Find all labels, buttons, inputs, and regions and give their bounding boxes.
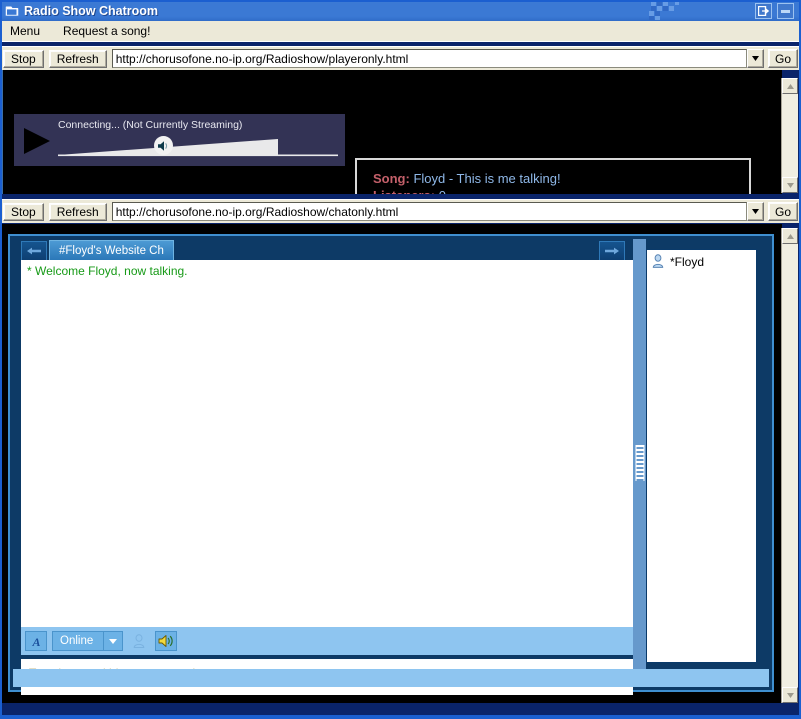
player-scroll-track[interactable] bbox=[782, 94, 798, 177]
player-scroll-down-button[interactable] bbox=[782, 177, 798, 193]
chat-tab-bar: #Floyd's Website Ch bbox=[13, 239, 633, 260]
player-url-input[interactable]: http://chorusofone.no-ip.org/Radioshow/p… bbox=[112, 49, 747, 68]
restore-button[interactable] bbox=[755, 3, 772, 19]
list-item[interactable]: *Floyd bbox=[647, 253, 756, 271]
chat-address-toolbar: Stop Refresh http://chorusofone.no-ip.or… bbox=[0, 199, 801, 223]
player-status-text: Connecting... (Not Currently Streaming) bbox=[58, 119, 242, 131]
status-dropdown[interactable]: Online bbox=[52, 631, 123, 651]
song-row: Song: Floyd - This is me talking! bbox=[373, 170, 749, 187]
listeners-value: 0 bbox=[439, 188, 446, 194]
menu-item-request-a-song[interactable]: Request a song! bbox=[56, 22, 157, 40]
window-bottom-edge bbox=[0, 715, 801, 719]
chevron-down-icon[interactable] bbox=[103, 632, 122, 650]
chat-go-button[interactable]: Go bbox=[768, 202, 798, 221]
chat-applet-body: #Floyd's Website Ch * Welcome Floyd, now… bbox=[13, 239, 769, 687]
chat-bottom-rail bbox=[13, 669, 769, 687]
title-bar: Radio Show Chatroom bbox=[0, 0, 801, 22]
volume-slider[interactable] bbox=[58, 133, 338, 163]
user-name: *Floyd bbox=[670, 255, 704, 269]
player-url-dropdown-icon[interactable] bbox=[747, 49, 764, 68]
tab-scroll-left-button[interactable] bbox=[21, 241, 47, 260]
user-list[interactable]: *Floyd bbox=[646, 249, 757, 663]
audio-player-widget[interactable]: Connecting... (Not Currently Streaming) bbox=[14, 114, 345, 166]
status-dropdown-label: Online bbox=[53, 635, 103, 647]
player-refresh-button[interactable]: Refresh bbox=[49, 50, 107, 68]
chat-stop-button[interactable]: Stop bbox=[3, 203, 44, 221]
chat-vertical-scrollbar[interactable] bbox=[781, 228, 798, 703]
title-bar-spacer bbox=[158, 0, 755, 21]
chat-scroll-track[interactable] bbox=[782, 244, 798, 687]
font-button[interactable]: A bbox=[25, 631, 47, 651]
titlebar-pixel-pattern bbox=[649, 0, 695, 21]
person-icon bbox=[652, 254, 664, 271]
listeners-label: Listeners: bbox=[373, 188, 435, 194]
menu-bar: Menu Request a song! bbox=[0, 21, 801, 42]
chat-pane: #Floyd's Website Ch * Welcome Floyd, now… bbox=[0, 224, 782, 703]
chat-url-input[interactable]: http://chorusofone.no-ip.org/Radioshow/c… bbox=[112, 202, 747, 221]
tab-scroll-right-button[interactable] bbox=[599, 241, 625, 260]
player-go-button[interactable]: Go bbox=[768, 49, 798, 68]
player-vertical-scrollbar[interactable] bbox=[781, 78, 798, 193]
svg-text:A: A bbox=[31, 635, 40, 648]
chat-bottom-toolbar: A Online bbox=[21, 627, 633, 655]
listeners-row: Listeners: 0 bbox=[373, 187, 749, 194]
user-icon[interactable] bbox=[128, 631, 150, 651]
chat-message-log[interactable]: * Welcome Floyd, now talking. bbox=[21, 260, 633, 627]
userlist-column: *Floyd bbox=[646, 239, 769, 687]
song-value: Floyd - This is me talking! bbox=[413, 171, 560, 186]
chat-main-column: #Floyd's Website Ch * Welcome Floyd, now… bbox=[13, 239, 633, 687]
tab-floyds-website-ch[interactable]: #Floyd's Website Ch bbox=[49, 240, 174, 260]
chat-refresh-button[interactable]: Refresh bbox=[49, 203, 107, 221]
sound-icon[interactable] bbox=[155, 631, 177, 651]
menu-item-menu[interactable]: Menu bbox=[3, 22, 47, 40]
chat-url-dropdown-icon[interactable] bbox=[747, 202, 764, 221]
minimize-button[interactable] bbox=[777, 3, 794, 19]
play-button[interactable] bbox=[24, 128, 50, 154]
window-title: Radio Show Chatroom bbox=[24, 4, 158, 18]
chat-message: * Welcome Floyd, now talking. bbox=[27, 264, 627, 279]
chat-scroll-down-button[interactable] bbox=[782, 687, 798, 703]
window-folder-icon bbox=[4, 3, 20, 19]
song-label: Song: bbox=[373, 171, 410, 186]
chat-scroll-up-button[interactable] bbox=[782, 228, 798, 244]
player-stop-button[interactable]: Stop bbox=[3, 50, 44, 68]
application-window: Radio Show Chatroom bbox=[0, 0, 801, 719]
volume-slider-knob[interactable] bbox=[154, 136, 173, 155]
player-address-toolbar: Stop Refresh http://chorusofone.no-ip.or… bbox=[0, 46, 801, 70]
now-playing-box: Song: Floyd - This is me talking! Listen… bbox=[355, 158, 751, 194]
player-scroll-up-button[interactable] bbox=[782, 78, 798, 94]
chat-applet-frame: #Floyd's Website Ch * Welcome Floyd, now… bbox=[8, 234, 774, 692]
player-left-rail bbox=[0, 70, 3, 194]
splitter-grip[interactable] bbox=[635, 445, 644, 481]
window-controls bbox=[755, 3, 794, 19]
chat-splitter[interactable] bbox=[633, 239, 646, 687]
player-pane: Connecting... (Not Currently Streaming) … bbox=[0, 70, 782, 194]
